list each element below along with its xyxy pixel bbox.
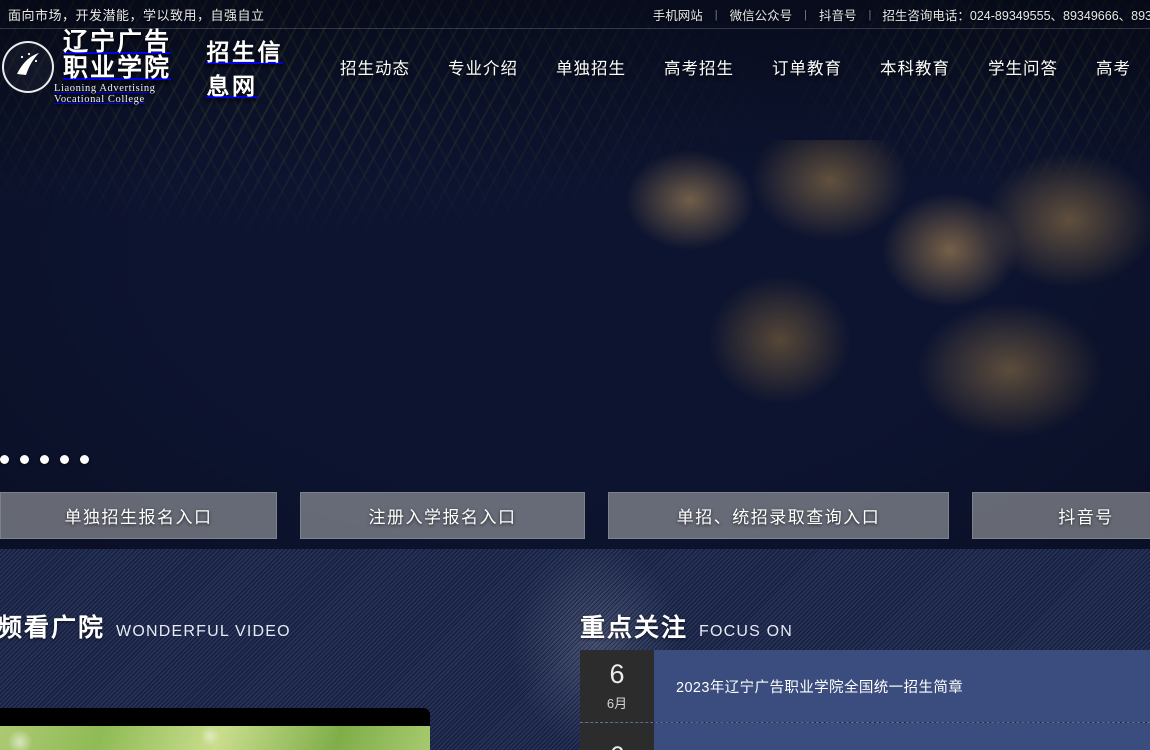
carousel-dot[interactable] [20, 455, 29, 464]
carousel-dot[interactable] [80, 455, 89, 464]
focus-title-en: FOCUS ON [699, 623, 794, 640]
logo-name-cn: 辽宁广告职业学院 [63, 26, 172, 82]
quick-button-dandu-zhaosheng-baoming[interactable]: 单独招生报名入口 [0, 492, 277, 539]
top-link-mobile-site[interactable]: 手机网站 [642, 5, 714, 24]
news-day: 6 [609, 658, 625, 689]
site-name: 招生信息网 [206, 39, 284, 99]
video-title-cn: 视频看广院 [0, 614, 106, 642]
top-link-douyin[interactable]: 抖音号 [808, 5, 868, 24]
logo-text-block: 辽宁广告职业学院 Liaoning Advertising Vocational… [54, 26, 193, 106]
nav-item-xuesheng-wenda[interactable]: 学生问答 [969, 49, 1077, 85]
college-emblem-icon [2, 41, 54, 93]
logo-name-en: Liaoning Advertising Vocational College [54, 83, 156, 106]
quick-button-luqu-chaxun[interactable]: 单招、统招录取查询入口 [608, 492, 949, 539]
top-links-group: 手机网站 | 微信公众号 | 抖音号 | 招生咨询电话：024-89349555… [642, 0, 1150, 29]
list-item[interactable]: 6 [580, 722, 1150, 750]
top-utility-bar: 面向市场，开发潜能，学以致用，自强自立 手机网站 | 微信公众号 | 抖音号 |… [0, 0, 1150, 29]
carousel-dot[interactable] [40, 455, 49, 464]
nav-item-dingdan-jiaoyu[interactable]: 订单教育 [753, 49, 861, 85]
nav-item-dandu-zhaosheng[interactable]: 单独招生 [537, 49, 645, 85]
focus-section-title: 重点关注 FOCUS ON [580, 608, 793, 644]
nav-item-zhuanye-jieshao[interactable]: 专业介绍 [429, 49, 537, 85]
quick-button-douyin[interactable]: 抖音号 [972, 492, 1150, 539]
focus-news-list: 6 6月 2023年辽宁广告职业学院全国统一招生简章 6 [580, 650, 1150, 750]
nav-item-gaokao-zhaosheng[interactable]: 高考招生 [645, 49, 753, 85]
carousel-dot[interactable] [0, 455, 9, 464]
news-month: 6月 [606, 695, 628, 711]
news-body: 2023年辽宁广告职业学院全国统一招生简章 [654, 650, 1150, 722]
video-title-en: WONDERFUL VIDEO [116, 623, 291, 640]
news-day: 6 [609, 742, 624, 750]
news-date-box: 6 [580, 723, 654, 750]
quick-entry-row: 单独招生报名入口 注册入学报名入口 单招、统招录取查询入口 抖音号 [0, 492, 1150, 539]
page-root: 面向市场，开发潜能，学以致用，自强自立 手机网站 | 微信公众号 | 抖音号 |… [0, 0, 1150, 750]
nav-item-zhaosheng-dongtai[interactable]: 招生动态 [321, 49, 429, 85]
news-date-box: 6 6月 [580, 650, 654, 722]
swoosh-icon [17, 52, 39, 76]
news-body [654, 723, 1150, 750]
video-player-topbar [0, 708, 430, 726]
site-slogan: 面向市场，开发潜能，学以致用，自强自立 [8, 7, 265, 23]
admissions-phone: 招生咨询电话：024-89349555、89349666、893 [882, 9, 1150, 23]
video-thumbnail [0, 726, 430, 750]
carousel-dot[interactable] [60, 455, 69, 464]
nav-item-gaokao[interactable]: 高考 [1077, 49, 1150, 85]
quick-button-zhuce-ruxue-baoming[interactable]: 注册入学报名入口 [300, 492, 585, 539]
news-title-link[interactable]: 2023年辽宁广告职业学院全国统一招生简章 [676, 676, 963, 697]
top-link-wechat[interactable]: 微信公众号 [719, 5, 804, 24]
carousel-dots [0, 455, 89, 464]
site-header: 辽宁广告职业学院 Liaoning Advertising Vocational… [0, 26, 1150, 106]
video-section-title: 视频看广院 WONDERFUL VIDEO [0, 608, 291, 644]
focus-title-cn: 重点关注 [580, 614, 689, 642]
main-nav: 招生动态 专业介绍 单独招生 高考招生 订单教育 本科教育 学生问答 高考 [321, 49, 1150, 85]
video-player[interactable] [0, 708, 430, 750]
list-item[interactable]: 6 6月 2023年辽宁广告职业学院全国统一招生简章 [580, 650, 1150, 722]
site-logo[interactable]: 辽宁广告职业学院 Liaoning Advertising Vocational… [2, 26, 285, 106]
nav-item-benke-jiaoyu[interactable]: 本科教育 [861, 49, 969, 85]
